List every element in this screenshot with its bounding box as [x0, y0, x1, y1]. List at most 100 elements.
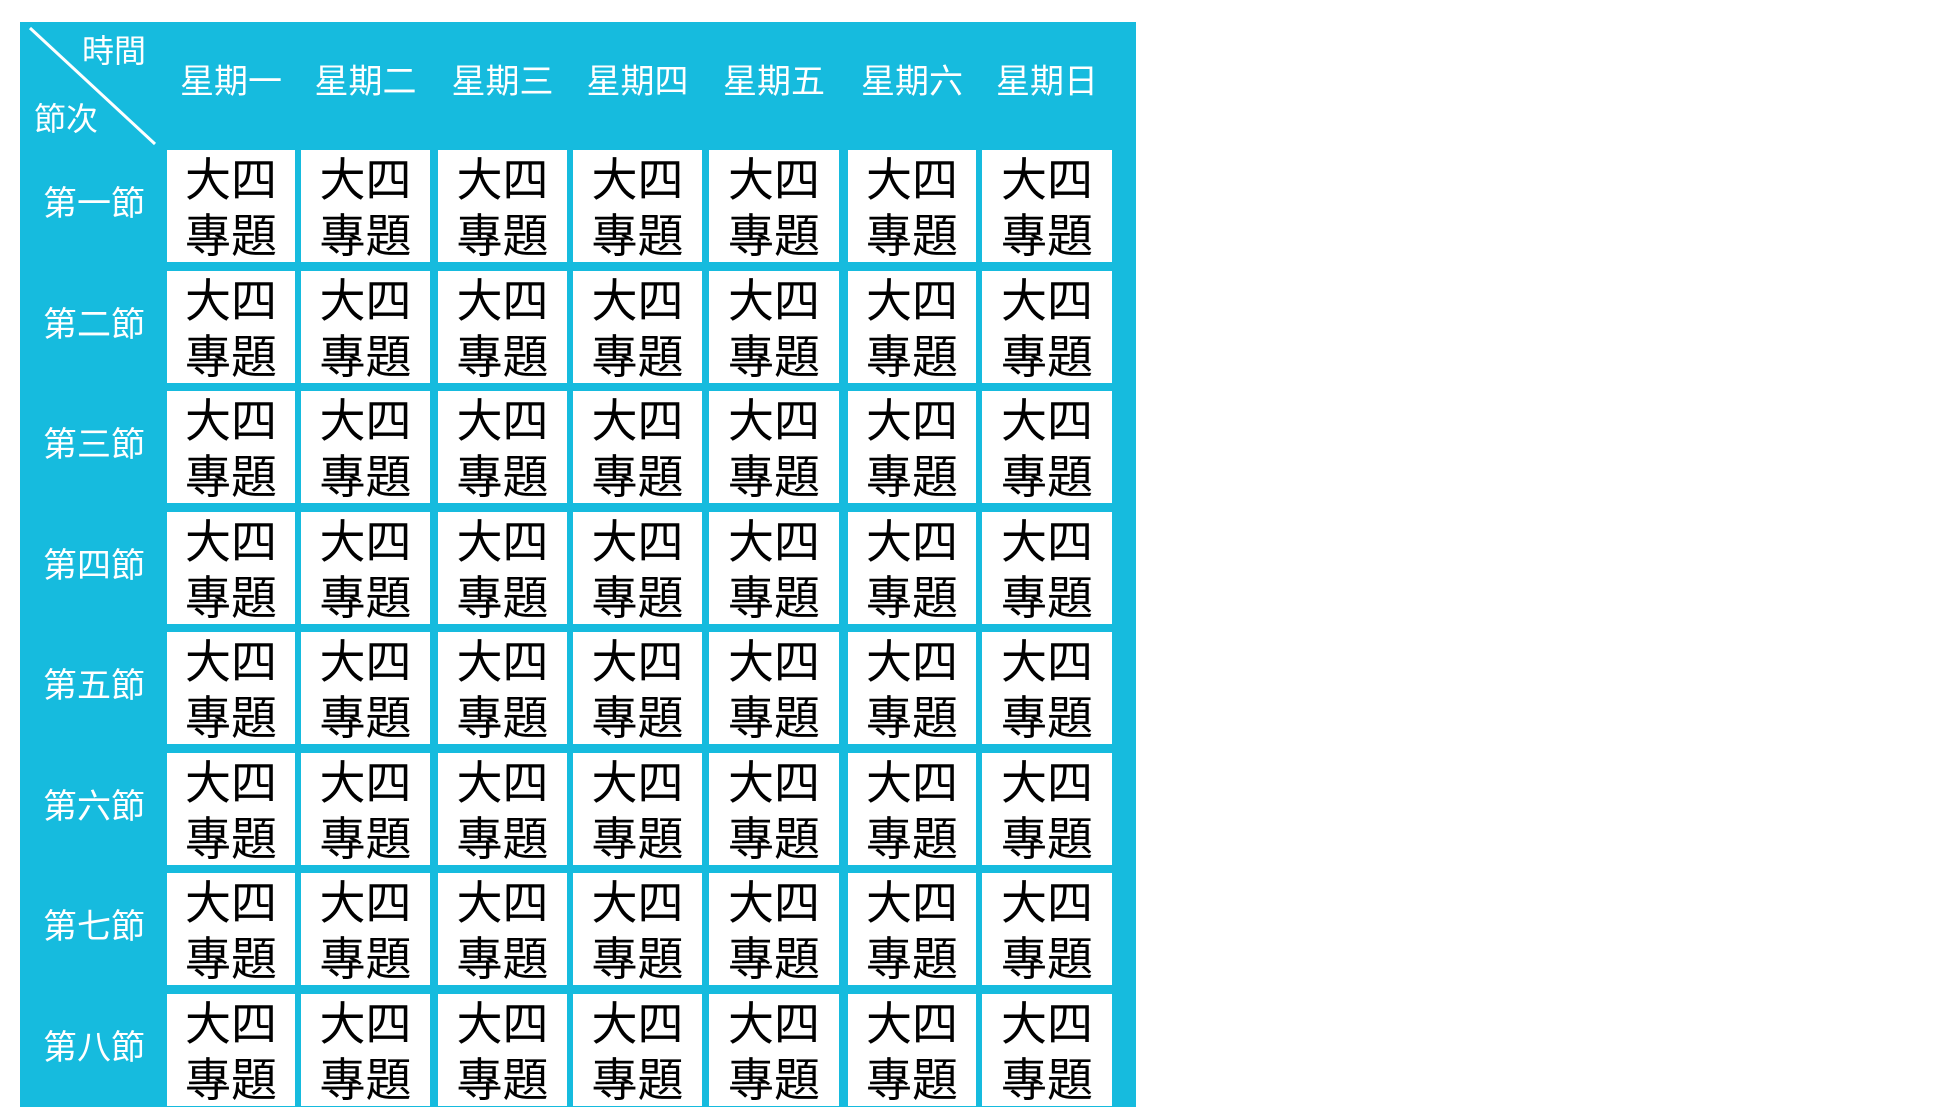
- schedule-cell[interactable]: 大四 專題: [573, 873, 702, 986]
- course-line-2: 專題: [728, 1053, 820, 1107]
- schedule-cell[interactable]: 大四 專題: [301, 873, 430, 986]
- course-line-1: 大四: [728, 876, 820, 930]
- course-line-2: 專題: [866, 571, 958, 625]
- course-line-1: 大四: [456, 876, 549, 930]
- schedule-cell[interactable]: 大四 專題: [848, 512, 976, 625]
- schedule-cell[interactable]: 大四 專題: [167, 753, 295, 866]
- schedule-cell[interactable]: 大四 專題: [167, 271, 295, 384]
- schedule-cell[interactable]: 大四 專題: [709, 271, 839, 384]
- schedule-cell[interactable]: 大四 專題: [438, 512, 567, 625]
- course-line-2: 專題: [591, 330, 684, 384]
- schedule-cell[interactable]: 大四 專題: [709, 150, 839, 263]
- schedule-cell[interactable]: 大四 專題: [982, 150, 1112, 263]
- course-line-1: 大四: [591, 635, 684, 689]
- schedule-cell[interactable]: 大四 專題: [167, 391, 295, 504]
- course-line-2: 專題: [456, 1053, 549, 1107]
- day-header: 星期一: [180, 62, 282, 102]
- schedule-cell[interactable]: 大四 專題: [301, 632, 430, 745]
- course-line-2: 專題: [319, 330, 412, 384]
- schedule-cell[interactable]: 大四 專題: [573, 271, 702, 384]
- course-line-2: 專題: [728, 691, 820, 745]
- course-line-2: 專題: [456, 812, 549, 866]
- schedule-cell[interactable]: 大四 專題: [982, 632, 1112, 745]
- schedule-cell[interactable]: 大四 專題: [848, 150, 976, 263]
- schedule-cell[interactable]: 大四 專題: [982, 512, 1112, 625]
- day-header: 星期二: [314, 62, 417, 102]
- course-line-2: 專題: [1001, 571, 1093, 625]
- schedule-cell[interactable]: 大四 專題: [982, 753, 1112, 866]
- timetable: 時間 節次 星期一 星期二 星期三 星期四 星期五 星期六 星期日 第一節 大四 專題 大四 專題 大四…: [20, 22, 1136, 1107]
- schedule-cell[interactable]: 大四 專題: [848, 994, 976, 1107]
- schedule-cell[interactable]: 大四 專題: [301, 994, 430, 1107]
- schedule-cell[interactable]: 大四 專題: [573, 753, 702, 866]
- course-line-1: 大四: [591, 394, 684, 448]
- course-line-2: 專題: [591, 691, 684, 745]
- course-line-1: 大四: [185, 153, 277, 207]
- course-line-1: 大四: [456, 997, 549, 1051]
- schedule-cell[interactable]: 大四 專題: [709, 994, 839, 1107]
- course-line-2: 專題: [728, 330, 820, 384]
- schedule-cell[interactable]: 大四 專題: [438, 873, 567, 986]
- course-line-2: 專題: [866, 932, 958, 986]
- course-line-2: 專題: [866, 812, 958, 866]
- course-line-1: 大四: [728, 635, 820, 689]
- schedule-cell[interactable]: 大四 專題: [848, 753, 976, 866]
- schedule-cell[interactable]: 大四 專題: [982, 994, 1112, 1107]
- schedule-cell[interactable]: 大四 專題: [848, 271, 976, 384]
- course-line-2: 專題: [591, 209, 684, 263]
- schedule-cell[interactable]: 大四 專題: [573, 994, 702, 1107]
- schedule-cell[interactable]: 大四 專題: [848, 873, 976, 986]
- schedule-cell[interactable]: 大四 專題: [848, 391, 976, 504]
- schedule-cell[interactable]: 大四 專題: [438, 271, 567, 384]
- schedule-cell[interactable]: 大四 專題: [167, 873, 295, 986]
- course-line-2: 專題: [185, 450, 277, 504]
- course-line-1: 大四: [1001, 274, 1093, 328]
- schedule-cell[interactable]: 大四 專題: [573, 391, 702, 504]
- course-line-2: 專題: [185, 691, 277, 745]
- period-header: 第一節: [43, 184, 145, 224]
- course-line-2: 專題: [319, 209, 412, 263]
- schedule-cell[interactable]: 大四 專題: [982, 271, 1112, 384]
- schedule-cell[interactable]: 大四 專題: [301, 391, 430, 504]
- schedule-cell[interactable]: 大四 專題: [438, 632, 567, 745]
- course-line-2: 專題: [591, 932, 684, 986]
- schedule-cell[interactable]: 大四 專題: [709, 391, 839, 504]
- schedule-cell[interactable]: 大四 專題: [301, 150, 430, 263]
- schedule-cell[interactable]: 大四 專題: [301, 512, 430, 625]
- course-line-2: 專題: [456, 691, 549, 745]
- course-line-1: 大四: [185, 997, 277, 1051]
- schedule-cell[interactable]: 大四 專題: [709, 753, 839, 866]
- schedule-cell[interactable]: 大四 專題: [848, 632, 976, 745]
- schedule-cell[interactable]: 大四 專題: [167, 150, 295, 263]
- schedule-cell[interactable]: 大四 專題: [709, 873, 839, 986]
- course-line-2: 專題: [866, 450, 958, 504]
- schedule-cell[interactable]: 大四 專題: [709, 512, 839, 625]
- schedule-cell[interactable]: 大四 專題: [982, 873, 1112, 986]
- schedule-cell[interactable]: 大四 專題: [573, 632, 702, 745]
- schedule-cell[interactable]: 大四 專題: [167, 994, 295, 1107]
- schedule-cell[interactable]: 大四 專題: [438, 391, 567, 504]
- schedule-cell[interactable]: 大四 專題: [438, 150, 567, 263]
- schedule-cell[interactable]: 大四 專題: [167, 632, 295, 745]
- schedule-cell[interactable]: 大四 專題: [573, 512, 702, 625]
- course-line-1: 大四: [591, 153, 684, 207]
- course-line-1: 大四: [319, 756, 412, 810]
- schedule-cell[interactable]: 大四 專題: [438, 994, 567, 1107]
- period-header: 第五節: [43, 666, 145, 706]
- course-line-2: 專題: [456, 932, 549, 986]
- course-line-2: 專題: [866, 1053, 958, 1107]
- schedule-cell[interactable]: 大四 專題: [573, 150, 702, 263]
- schedule-cell[interactable]: 大四 專題: [301, 271, 430, 384]
- schedule-cell[interactable]: 大四 專題: [301, 753, 430, 866]
- schedule-cell[interactable]: 大四 專題: [709, 632, 839, 745]
- course-line-2: 專題: [319, 932, 412, 986]
- period-header: 第二節: [43, 305, 145, 345]
- course-line-1: 大四: [728, 274, 820, 328]
- schedule-cell[interactable]: 大四 專題: [982, 391, 1112, 504]
- course-line-1: 大四: [319, 274, 412, 328]
- schedule-cell[interactable]: 大四 專題: [167, 512, 295, 625]
- schedule-cell[interactable]: 大四 專題: [438, 753, 567, 866]
- course-line-1: 大四: [866, 153, 958, 207]
- course-line-2: 專題: [866, 330, 958, 384]
- course-line-1: 大四: [728, 515, 820, 569]
